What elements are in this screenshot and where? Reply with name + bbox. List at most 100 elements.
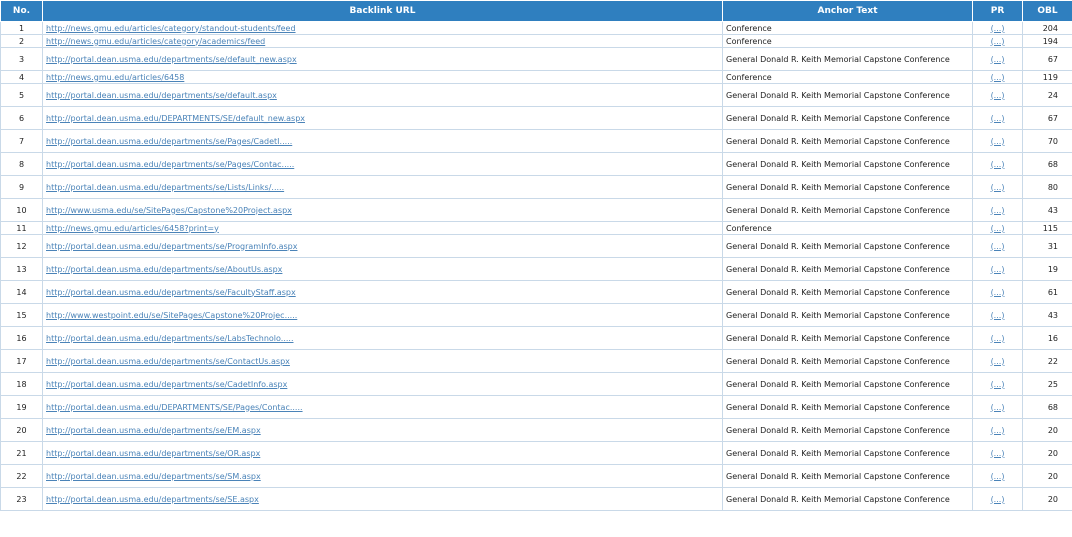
pr-cell: (...) bbox=[972, 152, 1023, 176]
pr-link[interactable]: (...) bbox=[991, 449, 1005, 458]
pr-cell: (...) bbox=[972, 418, 1023, 442]
backlink-url-link[interactable]: http://www.usma.edu/se/SitePages/Capston… bbox=[46, 206, 292, 215]
pr-link[interactable]: (...) bbox=[991, 265, 1005, 274]
pr-link[interactable]: (...) bbox=[991, 114, 1005, 123]
row-number: 13 bbox=[0, 257, 43, 281]
backlink-url-link[interactable]: http://portal.dean.usma.edu/departments/… bbox=[46, 357, 290, 366]
column-header-no[interactable]: No. bbox=[0, 0, 43, 22]
obl-count: 22 bbox=[1022, 349, 1072, 373]
backlink-url-cell: http://portal.dean.usma.edu/departments/… bbox=[42, 326, 723, 350]
obl-count: 61 bbox=[1022, 280, 1072, 304]
pr-link[interactable]: (...) bbox=[991, 24, 1005, 33]
backlink-url-link[interactable]: http://portal.dean.usma.edu/departments/… bbox=[46, 426, 261, 435]
table-row: 6 http://portal.dean.usma.edu/DEPARTMENTS… bbox=[0, 106, 1072, 130]
pr-link[interactable]: (...) bbox=[991, 403, 1005, 412]
backlink-url-link[interactable]: http://portal.dean.usma.edu/departments/… bbox=[46, 449, 260, 458]
pr-link[interactable]: (...) bbox=[991, 472, 1005, 481]
backlink-url-link[interactable]: http://portal.dean.usma.edu/DEPARTMENTS/… bbox=[46, 403, 303, 412]
backlinks-table: No. Backlink URL Anchor Text PR OBL 1 htt… bbox=[0, 0, 1072, 511]
pr-link[interactable]: (...) bbox=[991, 242, 1005, 251]
pr-link[interactable]: (...) bbox=[991, 206, 1005, 215]
backlink-url-link[interactable]: http://portal.dean.usma.edu/departments/… bbox=[46, 160, 294, 169]
backlink-url-link[interactable]: http://portal.dean.usma.edu/departments/… bbox=[46, 334, 294, 343]
backlink-url-link[interactable]: http://portal.dean.usma.edu/departments/… bbox=[46, 380, 287, 389]
backlink-url-link[interactable]: http://portal.dean.usma.edu/departments/… bbox=[46, 288, 296, 297]
column-header-anchor-text[interactable]: Anchor Text bbox=[722, 0, 973, 22]
row-number: 2 bbox=[0, 34, 43, 48]
pr-cell: (...) bbox=[972, 372, 1023, 396]
backlink-url-link[interactable]: http://news.gmu.edu/articles/category/ac… bbox=[46, 37, 265, 46]
column-header-backlink-url[interactable]: Backlink URL bbox=[42, 0, 723, 22]
pr-cell: (...) bbox=[972, 198, 1023, 222]
obl-count: 31 bbox=[1022, 234, 1072, 258]
anchor-text: General Donald R. Keith Memorial Capston… bbox=[722, 257, 973, 281]
pr-link[interactable]: (...) bbox=[991, 495, 1005, 504]
backlink-url-cell: http://news.gmu.edu/articles/6458 bbox=[42, 70, 723, 84]
pr-link[interactable]: (...) bbox=[991, 137, 1005, 146]
obl-count: 19 bbox=[1022, 257, 1072, 281]
anchor-text: Conference bbox=[722, 21, 973, 35]
pr-link[interactable]: (...) bbox=[991, 37, 1005, 46]
pr-link[interactable]: (...) bbox=[991, 426, 1005, 435]
row-number: 19 bbox=[0, 395, 43, 419]
pr-link[interactable]: (...) bbox=[991, 380, 1005, 389]
obl-count: 16 bbox=[1022, 326, 1072, 350]
anchor-text: General Donald R. Keith Memorial Capston… bbox=[722, 234, 973, 258]
anchor-text: General Donald R. Keith Memorial Capston… bbox=[722, 464, 973, 488]
backlink-url-cell: http://www.westpoint.edu/se/SitePages/Ca… bbox=[42, 303, 723, 327]
pr-link[interactable]: (...) bbox=[991, 288, 1005, 297]
pr-link[interactable]: (...) bbox=[991, 224, 1005, 233]
anchor-text: General Donald R. Keith Memorial Capston… bbox=[722, 175, 973, 199]
pr-cell: (...) bbox=[972, 441, 1023, 465]
table-row: 9 http://portal.dean.usma.edu/departments… bbox=[0, 175, 1072, 199]
anchor-text: General Donald R. Keith Memorial Capston… bbox=[722, 487, 973, 511]
backlink-url-link[interactable]: http://news.gmu.edu/articles/category/st… bbox=[46, 24, 296, 33]
table-row: 7 http://portal.dean.usma.edu/departments… bbox=[0, 129, 1072, 153]
pr-link[interactable]: (...) bbox=[991, 183, 1005, 192]
pr-link[interactable]: (...) bbox=[991, 160, 1005, 169]
pr-link[interactable]: (...) bbox=[991, 55, 1005, 64]
backlink-url-link[interactable]: http://news.gmu.edu/articles/6458?print=… bbox=[46, 224, 219, 233]
backlink-url-cell: http://portal.dean.usma.edu/DEPARTMENTS/… bbox=[42, 106, 723, 130]
anchor-text: General Donald R. Keith Memorial Capston… bbox=[722, 106, 973, 130]
backlink-url-link[interactable]: http://portal.dean.usma.edu/departments/… bbox=[46, 137, 292, 146]
table-row: 2 http://news.gmu.edu/articles/category/a… bbox=[0, 34, 1072, 48]
backlink-url-cell: http://portal.dean.usma.edu/departments/… bbox=[42, 175, 723, 199]
backlink-url-link[interactable]: http://portal.dean.usma.edu/departments/… bbox=[46, 183, 284, 192]
obl-count: 70 bbox=[1022, 129, 1072, 153]
table-row: 8 http://portal.dean.usma.edu/departments… bbox=[0, 152, 1072, 176]
backlink-url-cell: http://portal.dean.usma.edu/departments/… bbox=[42, 418, 723, 442]
table-row: 3 http://portal.dean.usma.edu/departments… bbox=[0, 47, 1072, 71]
backlink-url-link[interactable]: http://portal.dean.usma.edu/departments/… bbox=[46, 472, 261, 481]
backlink-url-link[interactable]: http://portal.dean.usma.edu/DEPARTMENTS/… bbox=[46, 114, 305, 123]
pr-link[interactable]: (...) bbox=[991, 73, 1005, 82]
backlink-url-link[interactable]: http://portal.dean.usma.edu/departments/… bbox=[46, 91, 277, 100]
backlink-url-link[interactable]: http://www.westpoint.edu/se/SitePages/Ca… bbox=[46, 311, 297, 320]
row-number: 21 bbox=[0, 441, 43, 465]
obl-count: 20 bbox=[1022, 418, 1072, 442]
row-number: 5 bbox=[0, 83, 43, 107]
backlink-url-cell: http://portal.dean.usma.edu/departments/… bbox=[42, 257, 723, 281]
column-header-obl[interactable]: OBL bbox=[1022, 0, 1072, 22]
row-number: 15 bbox=[0, 303, 43, 327]
anchor-text: General Donald R. Keith Memorial Capston… bbox=[722, 280, 973, 304]
row-number: 3 bbox=[0, 47, 43, 71]
backlink-url-cell: http://portal.dean.usma.edu/departments/… bbox=[42, 349, 723, 373]
row-number: 22 bbox=[0, 464, 43, 488]
backlink-url-link[interactable]: http://news.gmu.edu/articles/6458 bbox=[46, 73, 184, 82]
row-number: 11 bbox=[0, 221, 43, 235]
backlink-url-link[interactable]: http://portal.dean.usma.edu/departments/… bbox=[46, 495, 259, 504]
pr-cell: (...) bbox=[972, 234, 1023, 258]
pr-link[interactable]: (...) bbox=[991, 334, 1005, 343]
pr-cell: (...) bbox=[972, 83, 1023, 107]
backlink-url-link[interactable]: http://portal.dean.usma.edu/departments/… bbox=[46, 242, 298, 251]
backlink-url-link[interactable]: http://portal.dean.usma.edu/departments/… bbox=[46, 55, 297, 64]
backlink-url-link[interactable]: http://portal.dean.usma.edu/departments/… bbox=[46, 265, 282, 274]
pr-link[interactable]: (...) bbox=[991, 357, 1005, 366]
column-header-pr[interactable]: PR bbox=[972, 0, 1023, 22]
row-number: 12 bbox=[0, 234, 43, 258]
table-row: 10 http://www.usma.edu/se/SitePages/Capst… bbox=[0, 198, 1072, 222]
pr-link[interactable]: (...) bbox=[991, 311, 1005, 320]
pr-link[interactable]: (...) bbox=[991, 91, 1005, 100]
pr-cell: (...) bbox=[972, 487, 1023, 511]
